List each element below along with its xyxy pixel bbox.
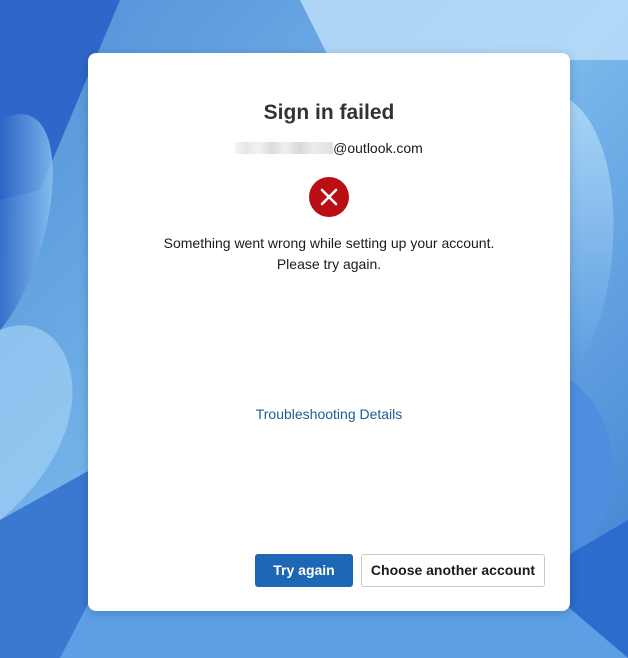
dialog-title: Sign in failed	[263, 101, 395, 124]
redacted-username	[235, 142, 334, 154]
account-email: @outlook.com	[88, 140, 570, 156]
account-domain: @outlook.com	[333, 140, 423, 156]
choose-another-account-button[interactable]: Choose another account	[361, 554, 545, 587]
error-x-circle-icon	[309, 177, 349, 217]
error-message: Something went wrong while setting up yo…	[163, 235, 495, 272]
troubleshooting-details-link[interactable]: Troubleshooting Details	[88, 406, 570, 422]
try-again-button[interactable]: Try again	[255, 554, 353, 587]
sign-in-failed-dialog: Sign in failed @outlook.com Something we…	[88, 53, 570, 611]
